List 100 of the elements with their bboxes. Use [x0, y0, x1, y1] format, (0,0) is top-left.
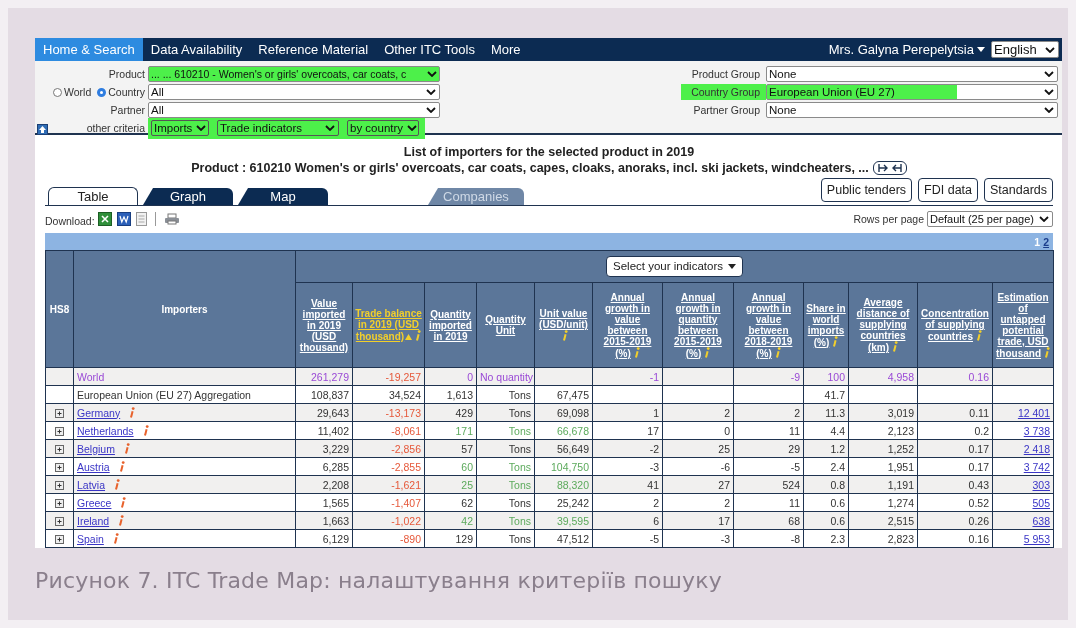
table-cell: -2 [592, 439, 663, 458]
caret-icon [728, 264, 736, 269]
nav-menu-item[interactable]: Data Availability [142, 38, 251, 61]
radio-button[interactable] [53, 87, 62, 97]
table-cell: 171 [424, 421, 477, 440]
info-icon [118, 460, 125, 472]
table-cell: 47,512 [534, 529, 593, 548]
table-cell: 57 [424, 439, 477, 458]
table-cell: 1 [592, 403, 663, 422]
expand-title-button[interactable] [872, 161, 907, 175]
document-icon[interactable] [116, 212, 131, 226]
tab[interactable]: Table [48, 187, 138, 205]
table-cell: Tons [476, 403, 535, 422]
expand-icon[interactable] [55, 517, 64, 527]
indicator-select-button[interactable]: Select your indicators [606, 256, 743, 277]
table-cell: 66,678 [534, 421, 593, 440]
table-cell: -2,855 [352, 457, 425, 476]
nav-menu-item[interactable]: More [482, 38, 529, 61]
reporter-select[interactable]: All [148, 84, 440, 100]
user-menu[interactable]: Mrs. Galyna Perepelytsia [828, 42, 985, 57]
country-link[interactable]: Germany [77, 406, 121, 419]
table-cell: No quantity [476, 367, 535, 386]
expand-icon[interactable] [55, 445, 64, 455]
nav-menu-item[interactable]: Reference Material [250, 38, 377, 61]
country-link[interactable]: Netherlands [77, 424, 134, 437]
table-cell: 1,191 [848, 475, 918, 494]
table-cell: 0.52 [917, 493, 993, 512]
tab[interactable]: Graph [143, 188, 233, 205]
table-cell: 27 [662, 475, 734, 494]
table-cell: Tons [476, 457, 535, 476]
printer-icon[interactable] [163, 213, 180, 225]
text-file-icon[interactable] [135, 212, 147, 226]
field-label: Partner [109, 104, 145, 116]
table-cell: 60 [424, 457, 477, 476]
table-cell: -1 [592, 367, 663, 386]
link-button[interactable]: FDI data [918, 178, 978, 202]
value-link[interactable]: 638 [1032, 514, 1050, 527]
country-link[interactable]: Spain [77, 532, 104, 545]
breakdown-select[interactable]: by country [347, 119, 419, 136]
nav-menu-item[interactable]: Other ITC Tools [376, 38, 483, 61]
table-cell: 88,320 [534, 475, 593, 494]
table-cell: 0.17 [917, 439, 993, 458]
table-cell: 62 [424, 493, 477, 512]
expand-icon[interactable] [55, 427, 64, 437]
country-link[interactable]: Greece [77, 496, 112, 509]
country-link[interactable]: Latvia [77, 478, 106, 491]
group-select[interactable]: None [766, 102, 1058, 118]
info-icon [118, 514, 125, 526]
link-button[interactable]: Public tenders [820, 178, 913, 202]
language-select[interactable]: English [991, 41, 1059, 58]
radio-button[interactable] [97, 87, 107, 97]
table-cell: 11.3 [803, 403, 849, 422]
table-cell: 39,595 [534, 511, 593, 530]
column-header[interactable]: Importers [161, 303, 208, 315]
download-label: Download: [45, 215, 95, 227]
product-select[interactable]: ... ... 610210 - Women's or girls' overcoats, car coats, c [148, 66, 440, 82]
radio-label: World [64, 86, 92, 98]
table-cell: 429 [424, 403, 477, 422]
country-link[interactable]: Ireland [77, 514, 110, 527]
expand-icon[interactable] [55, 535, 64, 545]
expand-icon[interactable] [55, 409, 64, 419]
info-icon [123, 442, 130, 454]
partner-select[interactable]: All [148, 102, 440, 118]
table-cell: 2,123 [848, 421, 918, 440]
tab[interactable]: Map [238, 188, 328, 205]
chevron-icon [407, 124, 418, 131]
nav-menu-item[interactable]: Home & Search [35, 38, 143, 61]
table-cell: -5 [733, 457, 804, 476]
product-title: Product : 610210 Women's or girls' overcoats, car coats, capes, cloaks, anoraks, incl. ski jackets, windcheaters, ... [191, 161, 869, 175]
table-cell: 0 [424, 367, 477, 386]
table-cell: 2 [733, 403, 804, 422]
table-cell: -8,061 [352, 421, 425, 440]
table-cell: European Union (EU 27) Aggregation [73, 385, 296, 404]
link-button[interactable]: Standards [984, 178, 1053, 202]
sort-ascending-icon [405, 334, 413, 340]
field-label: Partner Group [692, 103, 761, 118]
table-cell: Tons [476, 421, 535, 440]
chevron-icon [1044, 89, 1054, 95]
column-header[interactable]: HS8 [49, 303, 70, 315]
expand-icon[interactable] [55, 481, 64, 491]
collapse-icon[interactable] [37, 123, 48, 135]
table-cell: -6 [662, 457, 734, 476]
indicator-select[interactable]: Trade indicators [217, 119, 339, 136]
value-link[interactable]: 505 [1032, 496, 1050, 509]
country-link[interactable]: Belgium [77, 442, 115, 455]
expand-icon[interactable] [55, 499, 64, 509]
chevron-icon [426, 107, 436, 113]
spreadsheet-icon[interactable] [97, 212, 112, 226]
table-cell: 261,279 [295, 367, 353, 386]
country-link[interactable]: Austria [77, 460, 110, 473]
expand-icon[interactable] [55, 463, 64, 473]
page-link[interactable]: 2 [1043, 235, 1049, 248]
group-select[interactable]: None [766, 66, 1058, 82]
info-icon [129, 406, 136, 418]
value-link[interactable]: 303 [1032, 478, 1050, 491]
rows-per-page-select[interactable]: Default (25 per page) [927, 211, 1053, 227]
group-select[interactable]: European Union (EU 27) [766, 84, 1058, 100]
trade-flow-select[interactable]: Imports [151, 119, 209, 136]
table-cell: -19,257 [352, 367, 425, 386]
table-cell: 68 [733, 511, 804, 530]
